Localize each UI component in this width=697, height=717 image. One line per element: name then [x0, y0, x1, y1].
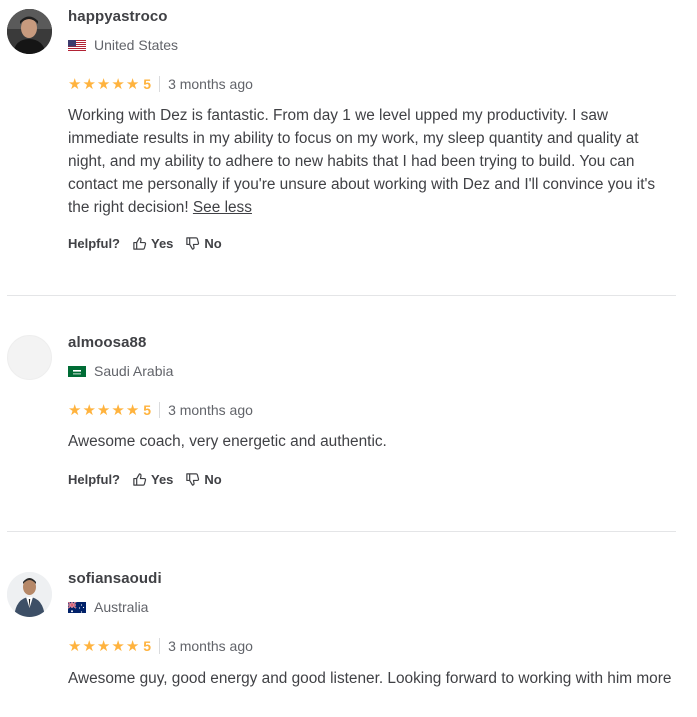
- rating-score: 5: [143, 76, 152, 92]
- rating-score: 5: [143, 638, 152, 654]
- helpful-section: Helpful? Yes No: [68, 236, 234, 251]
- thumbs-up-icon: [133, 237, 147, 250]
- country: Saudi Arabia: [68, 363, 173, 379]
- star-rating: ★ ★ ★ ★ ★: [68, 637, 139, 655]
- star-icon: ★: [68, 637, 82, 655]
- rating: ★ ★ ★ ★ ★ 5 3 months ago: [68, 401, 253, 419]
- divider: [159, 76, 161, 92]
- country-name: United States: [94, 37, 179, 53]
- review-body: Working with Dez is fantastic. From day …: [68, 107, 656, 216]
- review-body: Awesome guy, good energy and good listen…: [68, 670, 672, 687]
- no-label: No: [204, 236, 222, 251]
- star-icon: ★: [111, 75, 125, 93]
- yes-label: Yes: [151, 472, 174, 487]
- helpful-section: Helpful? Yes No: [68, 472, 234, 487]
- yes-label: Yes: [151, 236, 174, 251]
- star-icon: ★: [96, 75, 111, 93]
- country-name: Saudi Arabia: [94, 363, 174, 379]
- thumbs-down-icon: [186, 473, 200, 486]
- star-icon: ★: [68, 401, 82, 419]
- star-icon: ★: [111, 637, 125, 655]
- username[interactable]: almoosa88: [68, 334, 146, 351]
- country-name: Australia: [94, 599, 149, 615]
- star-icon: ★: [96, 637, 111, 655]
- star-rating: ★ ★ ★ ★ ★: [68, 75, 139, 93]
- helpful-yes-button[interactable]: Yes: [132, 472, 173, 487]
- star-icon: ★: [82, 401, 96, 419]
- thumbs-down-icon: [186, 237, 200, 250]
- australia-flag-icon: [68, 601, 86, 613]
- star-icon: ★: [82, 75, 96, 93]
- saudi-flag-icon: [68, 365, 86, 377]
- see-less-link[interactable]: See less: [193, 199, 252, 216]
- username[interactable]: happyastroco: [68, 8, 168, 25]
- helpful-label: Helpful?: [68, 472, 120, 487]
- us-flag-icon: [68, 39, 86, 51]
- star-icon: ★: [96, 401, 111, 419]
- no-label: No: [204, 472, 222, 487]
- user-avatar[interactable]: [7, 9, 52, 54]
- divider: [159, 402, 161, 418]
- helpful-no-button[interactable]: No: [185, 236, 222, 251]
- helpful-label: Helpful?: [68, 236, 120, 251]
- star-icon: ★: [125, 401, 140, 419]
- review-time: 3 months ago: [168, 638, 253, 654]
- star-icon: ★: [111, 401, 125, 419]
- user-photo-avatar: [7, 9, 52, 54]
- helpful-no-button[interactable]: No: [185, 472, 222, 487]
- review-body: Awesome coach, very energetic and authen…: [68, 433, 387, 450]
- user-photo-avatar: [7, 572, 52, 617]
- star-rating: ★ ★ ★ ★ ★: [68, 401, 139, 419]
- country: United States: [68, 37, 178, 53]
- review-time: 3 months ago: [168, 402, 253, 418]
- star-icon: ★: [125, 75, 140, 93]
- review-text: Awesome guy, good energy and good listen…: [68, 667, 678, 690]
- username[interactable]: sofiansaoudi: [68, 570, 162, 587]
- review-text: Awesome coach, very energetic and authen…: [68, 430, 678, 453]
- rating-score: 5: [143, 402, 152, 418]
- helpful-yes-button[interactable]: Yes: [132, 236, 173, 251]
- star-icon: ★: [125, 637, 140, 655]
- review-time: 3 months ago: [168, 76, 253, 92]
- review-divider: [7, 531, 676, 532]
- review-divider: [7, 295, 676, 296]
- rating: ★ ★ ★ ★ ★ 5 3 months ago: [68, 75, 253, 93]
- star-icon: ★: [68, 75, 82, 93]
- country: Australia: [68, 599, 148, 615]
- star-icon: ★: [82, 637, 96, 655]
- divider: [159, 638, 161, 654]
- thumbs-up-icon: [133, 473, 147, 486]
- user-avatar[interactable]: [7, 572, 52, 617]
- rating: ★ ★ ★ ★ ★ 5 3 months ago: [68, 637, 253, 655]
- user-avatar[interactable]: [7, 335, 52, 380]
- review-text: Working with Dez is fantastic. From day …: [68, 104, 678, 219]
